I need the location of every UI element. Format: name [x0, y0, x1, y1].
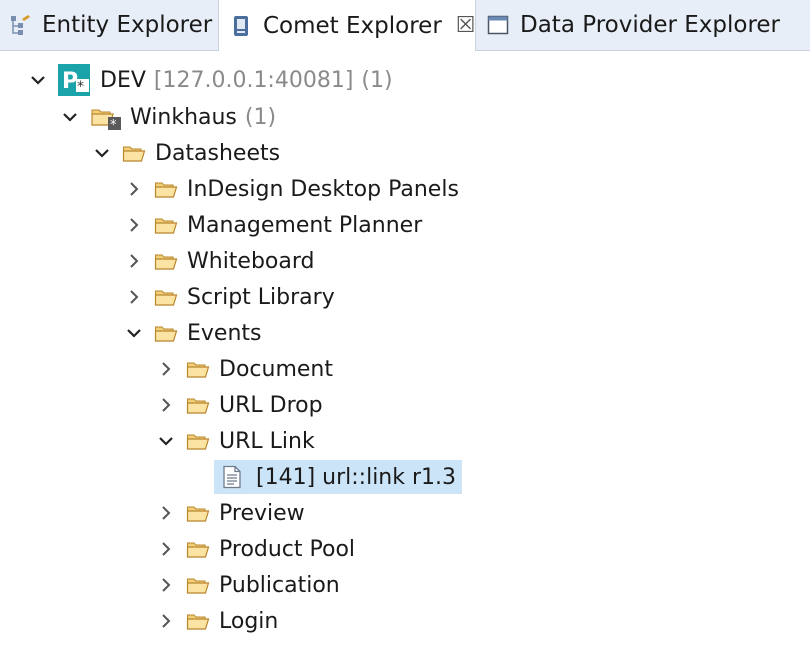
- tab-entity-explorer[interactable]: Entity Explorer: [8, 0, 214, 50]
- server-address: [127.0.0.1:40081]: [153, 67, 354, 93]
- close-icon[interactable]: ☒: [456, 14, 476, 37]
- chevron-right-icon[interactable]: [124, 251, 144, 271]
- folder-icon: [186, 501, 210, 525]
- folder-icon: [154, 177, 178, 201]
- comet-explorer-tree: P * DEV [127.0.0.1:40081] (1) * Winkhaus…: [0, 51, 810, 648]
- view-tab-bar: Entity Explorer Comet Explorer ☒ Data Pr…: [0, 0, 810, 51]
- folder-icon: [154, 213, 178, 237]
- folder-label: InDesign Desktop Panels: [187, 176, 459, 202]
- folder-label: Document: [219, 356, 333, 382]
- tree-node-folder[interactable]: Script Library: [124, 280, 335, 314]
- server-icon: P *: [58, 64, 90, 96]
- window-icon: [486, 13, 510, 37]
- folder-icon: [154, 285, 178, 309]
- chevron-right-icon[interactable]: [156, 575, 176, 595]
- folder-label: Login: [219, 608, 279, 634]
- folder-icon: [186, 429, 210, 453]
- tree-node-url-link[interactable]: URL Link: [156, 424, 315, 458]
- tree-node-folder[interactable]: Whiteboard: [124, 244, 315, 278]
- folder-label: Preview: [219, 500, 305, 526]
- chevron-down-icon[interactable]: [28, 70, 48, 90]
- tree-node-events[interactable]: Events: [124, 316, 262, 350]
- tree-node-folder[interactable]: InDesign Desktop Panels: [124, 172, 459, 206]
- svg-text:*: *: [110, 118, 117, 131]
- server-count: (1): [361, 67, 393, 93]
- folder-icon: [154, 321, 178, 345]
- tree-node-folder[interactable]: Login: [156, 604, 278, 638]
- tree-node-folder[interactable]: Product Pool: [156, 532, 355, 566]
- folder-label: Management Planner: [187, 212, 423, 238]
- server-name: DEV: [100, 67, 146, 93]
- folder-icon: [122, 141, 146, 165]
- chevron-right-icon[interactable]: [124, 179, 144, 199]
- folder-label: Events: [187, 320, 262, 346]
- chevron-right-icon[interactable]: [156, 359, 176, 379]
- folder-icon: [186, 393, 210, 417]
- tab-data-provider-explorer[interactable]: Data Provider Explorer: [486, 0, 786, 50]
- script-label: [141] url::link r1.3: [256, 464, 457, 490]
- folder-icon: [186, 537, 210, 561]
- folder-label: URL Link: [219, 428, 315, 454]
- chevron-down-icon[interactable]: [124, 323, 144, 343]
- folder-icon: [186, 609, 210, 633]
- folder-label: Datasheets: [155, 140, 281, 166]
- tab-comet-explorer[interactable]: Comet Explorer ☒: [218, 0, 476, 51]
- project-folder-icon: *: [90, 103, 122, 133]
- tree-node-project[interactable]: * Winkhaus (1): [60, 100, 276, 134]
- tree-node-script-selected[interactable]: [141] url::link r1.3: [214, 460, 463, 494]
- folder-icon: [186, 357, 210, 381]
- folder-label: Publication: [219, 572, 340, 598]
- tree-node-folder[interactable]: Management Planner: [124, 208, 422, 242]
- tab-label: Data Provider Explorer: [520, 12, 780, 38]
- script-file-icon: [220, 465, 244, 489]
- tab-label: Comet Explorer: [263, 12, 442, 39]
- tree-node-server[interactable]: P * DEV [127.0.0.1:40081] (1): [28, 63, 393, 97]
- project-count: (1): [244, 104, 277, 130]
- chevron-right-icon[interactable]: [124, 215, 144, 235]
- tree-node-folder[interactable]: Document: [156, 352, 333, 386]
- tree-node-folder[interactable]: Publication: [156, 568, 340, 602]
- folder-label: Whiteboard: [187, 248, 315, 274]
- folder-label: URL Drop: [219, 392, 323, 418]
- folder-label: Script Library: [187, 284, 335, 310]
- chevron-right-icon[interactable]: [124, 287, 144, 307]
- folder-icon: [154, 249, 178, 273]
- folder-label: Product Pool: [219, 536, 356, 562]
- chevron-right-icon[interactable]: [156, 395, 176, 415]
- chevron-right-icon[interactable]: [156, 503, 176, 523]
- tree-node-folder[interactable]: URL Drop: [156, 388, 323, 422]
- tree-node-folder[interactable]: Preview: [156, 496, 305, 530]
- chevron-right-icon[interactable]: [156, 539, 176, 559]
- chevron-down-icon[interactable]: [60, 107, 80, 127]
- tab-label: Entity Explorer: [42, 12, 213, 38]
- svg-text:P: P: [62, 69, 78, 94]
- project-name: Winkhaus: [130, 104, 237, 130]
- chevron-right-icon[interactable]: [156, 611, 176, 631]
- chevron-down-icon[interactable]: [92, 143, 112, 163]
- comet-explorer-icon: [229, 14, 253, 38]
- entity-explorer-icon: [8, 13, 32, 37]
- tree-node-datasheets[interactable]: Datasheets: [92, 136, 280, 170]
- svg-text:*: *: [77, 79, 84, 95]
- chevron-down-icon[interactable]: [156, 431, 176, 451]
- folder-icon: [186, 573, 210, 597]
